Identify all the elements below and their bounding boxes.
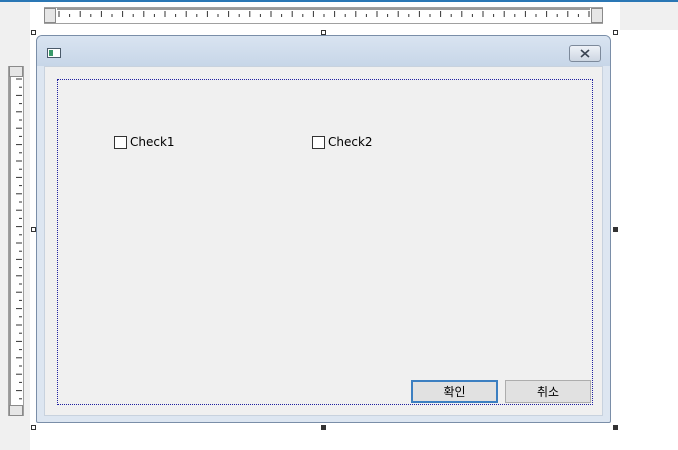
vertical-ruler[interactable] <box>8 66 24 416</box>
check2-label: Check2 <box>328 135 373 149</box>
dialog-client-area: Check1 Check2 확인 취소 <box>44 66 603 416</box>
ruler-right-margin-handle[interactable] <box>591 8 603 23</box>
selection-handle-bottom[interactable] <box>321 425 326 430</box>
editor-background <box>620 2 678 30</box>
ruler-bottom-margin-handle[interactable] <box>9 405 23 416</box>
close-icon <box>580 49 590 58</box>
cancel-button[interactable]: 취소 <box>505 380 591 403</box>
horizontal-ruler-ticks <box>57 8 590 17</box>
ruler-left-margin-handle[interactable] <box>44 8 56 23</box>
ok-button[interactable]: 확인 <box>411 380 498 403</box>
selection-handle-bottom-right[interactable] <box>613 425 618 430</box>
layout-guide <box>57 79 593 405</box>
dialog-app-icon <box>47 48 61 58</box>
dialog-title-bar[interactable] <box>37 36 610 66</box>
selection-handle-bottom-left[interactable] <box>31 425 36 430</box>
check1-box[interactable] <box>114 135 127 149</box>
check2-box[interactable] <box>312 135 325 149</box>
dialog-window[interactable]: Check1 Check2 확인 취소 <box>36 35 611 423</box>
selection-handle-top-left[interactable] <box>31 30 36 35</box>
close-button[interactable] <box>569 45 601 62</box>
horizontal-ruler[interactable] <box>44 7 603 24</box>
selection-handle-top-right[interactable] <box>613 30 618 35</box>
selection-handle-right[interactable] <box>613 227 618 232</box>
check1-label: Check1 <box>130 135 175 149</box>
check2-checkbox[interactable]: Check2 <box>312 134 373 150</box>
ruler-top-margin-handle[interactable] <box>9 66 23 77</box>
check1-checkbox[interactable]: Check1 <box>114 134 175 150</box>
editor-top-strip <box>0 0 678 2</box>
vertical-ruler-ticks <box>9 77 22 405</box>
